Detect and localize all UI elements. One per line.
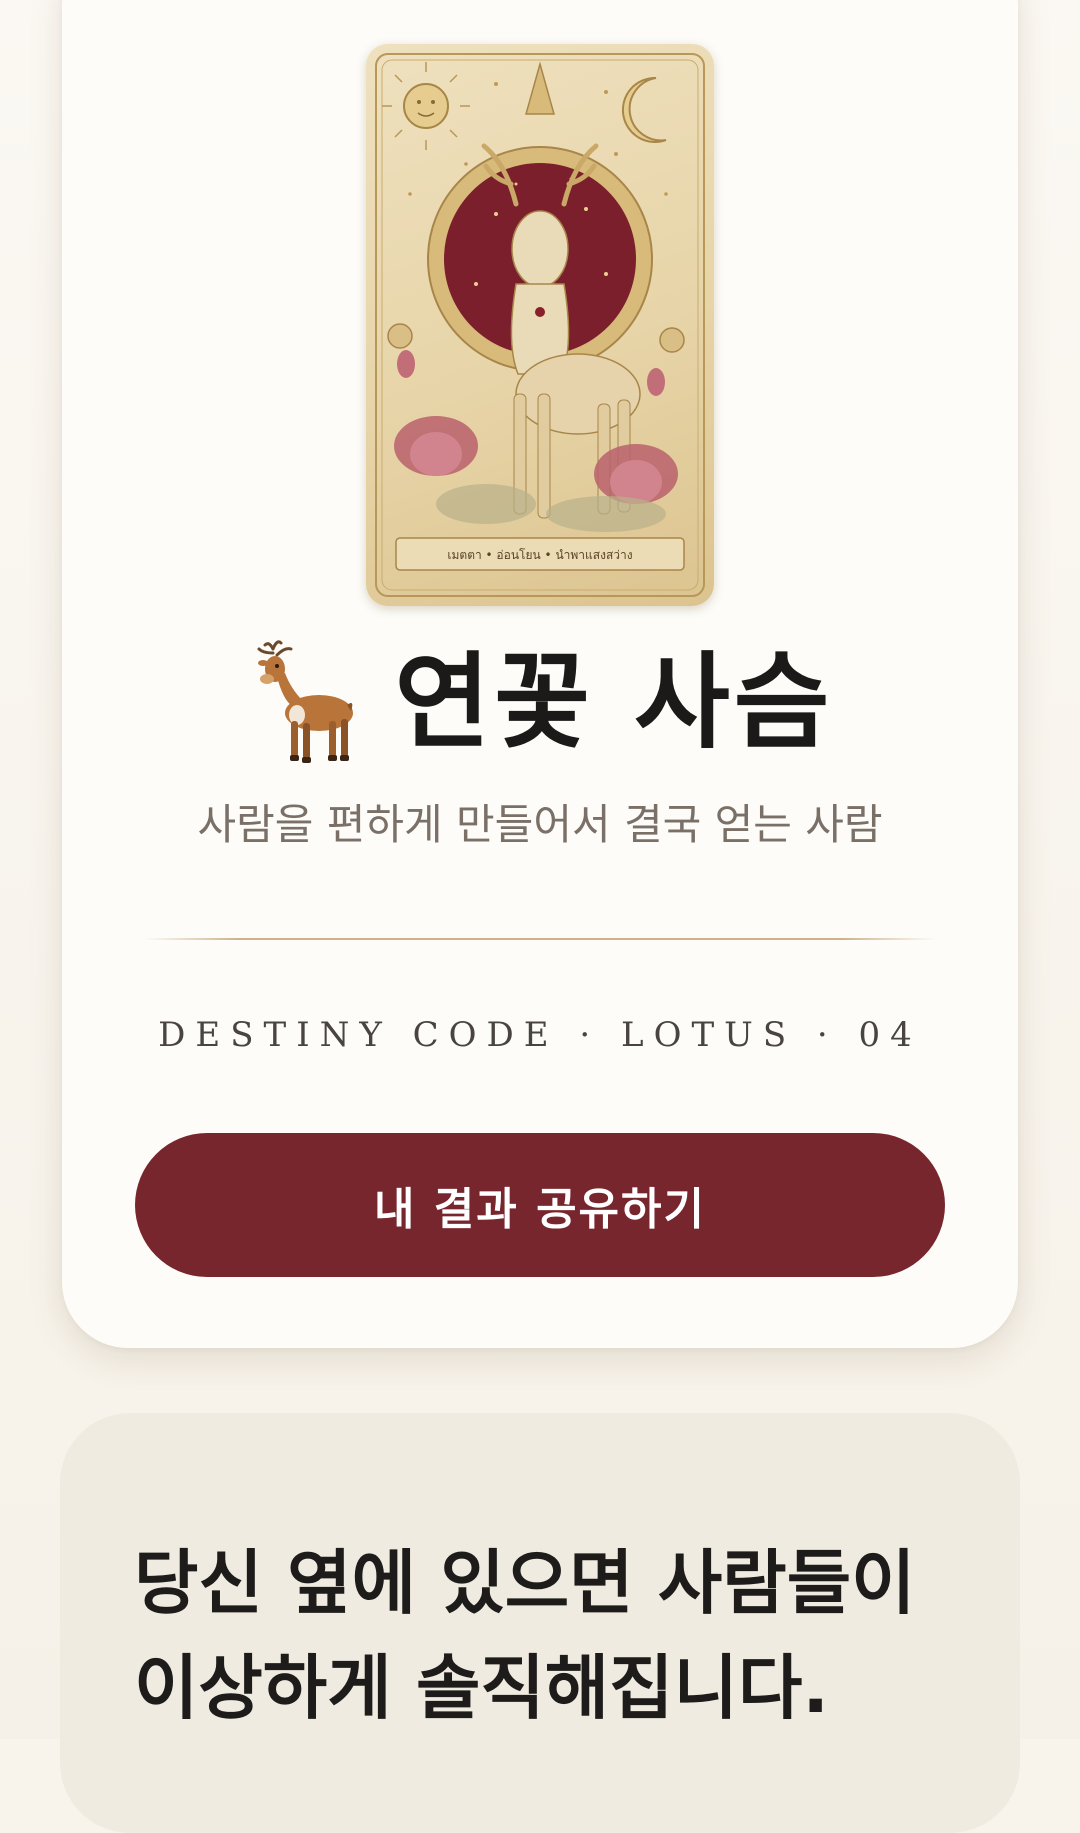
- description-card: 당신 옆에 있으면 사람들이 이상하게 솔직해집니다.: [60, 1413, 1020, 1833]
- sun-icon: [382, 62, 470, 150]
- share-result-button[interactable]: 내 결과 공유하기: [135, 1133, 945, 1277]
- card-caption: เมตตา • อ่อนโยน • นำพาแสงสว่าง: [447, 548, 632, 562]
- divider: [144, 938, 936, 940]
- tarot-card-image: เมตตา • อ่อนโยน • นำพาแสงสว่าง: [366, 44, 714, 606]
- deer-icon: [257, 640, 353, 763]
- description-text: 당신 옆에 있으면 사람들이 이상하게 솔직해집니다.: [134, 1531, 964, 1741]
- description-line-1: 당신 옆에 있으면 사람들이: [134, 1542, 916, 1624]
- type-subtitle: 사람을 편하게 만들어서 결국 얻는 사람: [197, 800, 883, 849]
- moon-icon: [621, 76, 667, 143]
- description-line-2: 이상하게 솔직해집니다.: [134, 1647, 829, 1729]
- result-title: 연꽃 사슴: [0, 637, 1080, 767]
- type-name: 연꽃 사슴: [394, 641, 834, 763]
- destiny-code: DESTINY CODE · LOTUS · 04: [158, 1015, 922, 1055]
